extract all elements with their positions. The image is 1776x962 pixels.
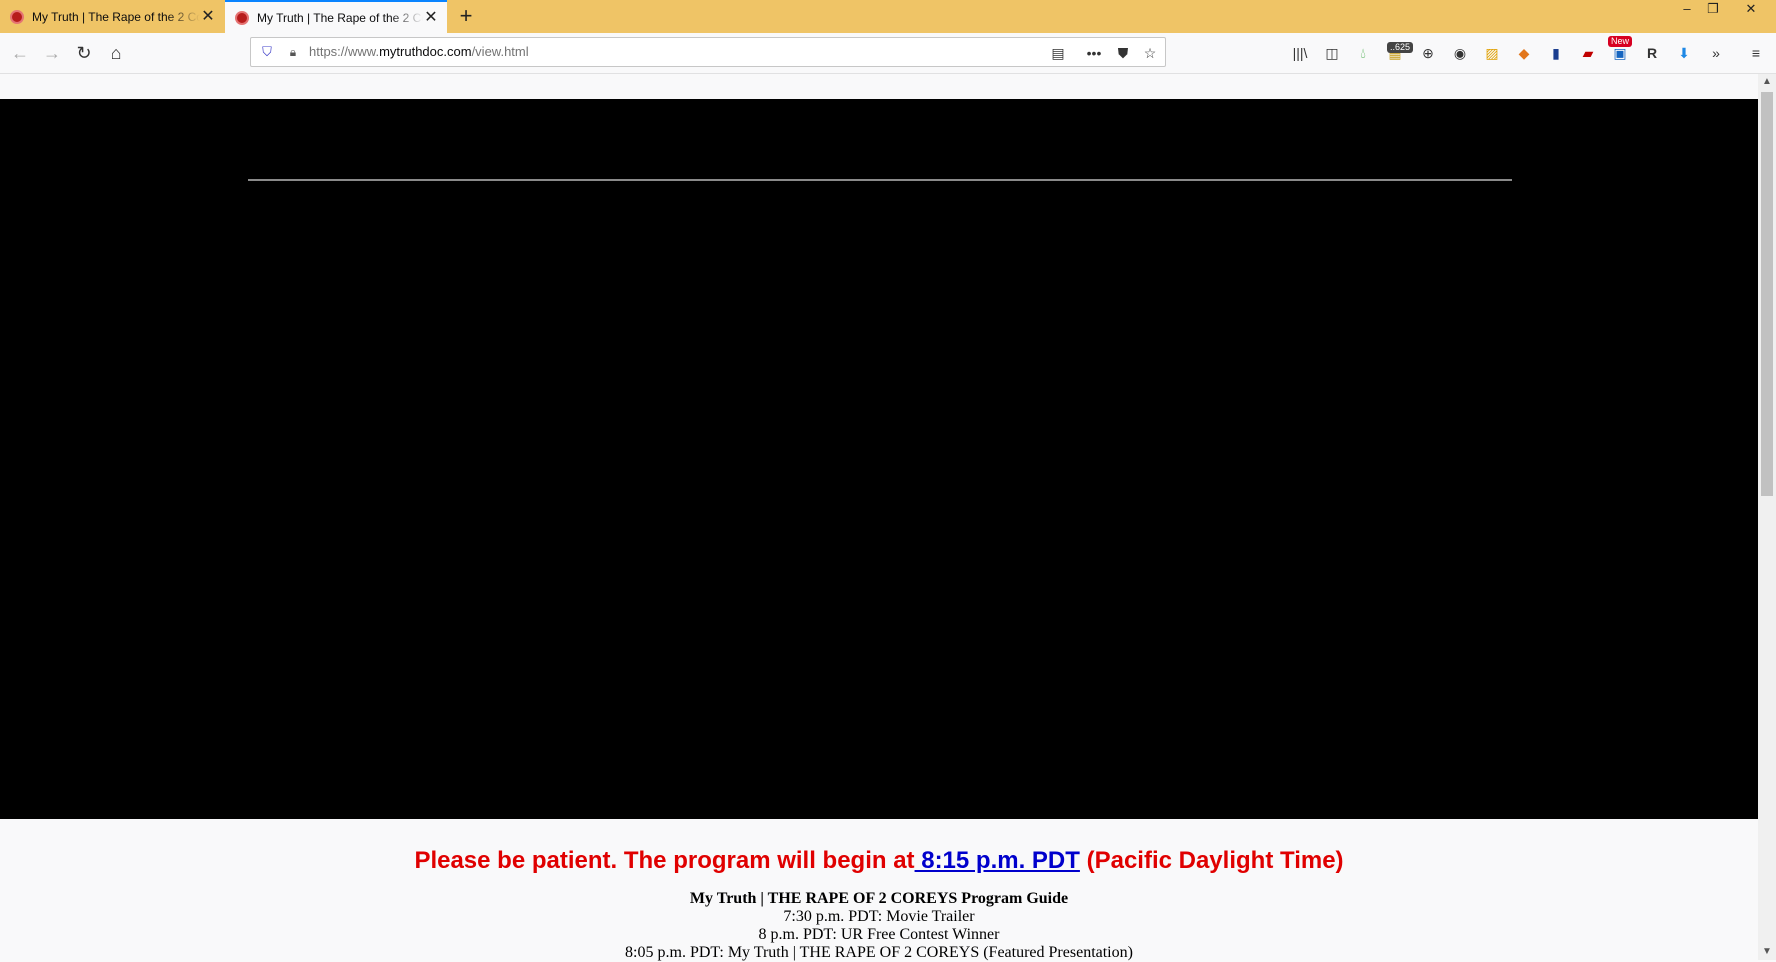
url-text[interactable]: https://www.mytruthdoc.com/view.html: [309, 38, 529, 66]
close-tab-icon[interactable]: ✕: [423, 9, 439, 26]
scroll-down-arrow-icon[interactable]: ▼: [1758, 944, 1776, 960]
home-button[interactable]: ⌂: [104, 41, 128, 65]
metamask-fox-icon[interactable]: ◆: [1514, 43, 1534, 63]
program-guide-item: 7:30 p.m. PDT: Movie Trailer: [783, 908, 975, 925]
lock-icon[interactable]: 🔒︎: [286, 44, 300, 60]
pocket-icon[interactable]: ⛊: [1113, 43, 1133, 63]
extension-color-icon[interactable]: ▨: [1482, 43, 1502, 63]
page-actions-icon[interactable]: •••: [1084, 43, 1104, 63]
close-window-button[interactable]: ✕: [1738, 0, 1764, 20]
readwise-r-icon[interactable]: R: [1642, 43, 1662, 63]
sidebar-icon[interactable]: ◫: [1322, 43, 1342, 63]
page-body: Please be patient. The program will begi…: [0, 819, 1758, 962]
reader-view-icon[interactable]: ▤: [1048, 43, 1068, 63]
restore-window-button[interactable]: ❐: [1700, 0, 1726, 20]
site-favicon-icon: [235, 10, 249, 25]
program-guide: My Truth | THE RAPE OF 2 COREYS Program …: [0, 890, 1758, 962]
start-time-notice: Please be patient. The program will begi…: [414, 847, 1344, 874]
new-tab-button[interactable]: +: [455, 5, 477, 27]
scrollbar-thumb[interactable]: [1761, 92, 1773, 496]
back-button[interactable]: ←: [8, 41, 32, 65]
scroll-up-arrow-icon[interactable]: ▲: [1758, 74, 1776, 90]
minimize-window-button[interactable]: –: [1674, 0, 1700, 20]
tab-strip: My Truth | The Rape of the 2 Coreys ✕ My…: [0, 0, 1776, 33]
extension-drop-icon[interactable]: 💧︎: [1353, 43, 1373, 63]
page-scrollbar[interactable]: ▲ ▼: [1758, 74, 1776, 960]
account-icon[interactable]: ◉: [1450, 43, 1470, 63]
pdf-icon[interactable]: ▰: [1578, 43, 1598, 63]
overflow-chevron-icon[interactable]: »: [1706, 43, 1726, 63]
tracking-protection-shield-icon[interactable]: ⛉: [259, 44, 275, 60]
bookmark-star-icon[interactable]: ☆: [1140, 43, 1160, 63]
reload-button[interactable]: ↻: [72, 41, 96, 65]
tab-title: My Truth | The Rape of the 2 Coreys: [257, 10, 423, 25]
hamburger-menu-icon[interactable]: ≡: [1746, 43, 1766, 63]
extension-news-icon[interactable]: ▣ New: [1608, 36, 1633, 63]
program-guide-item: 8 p.m. PDT: UR Free Contest Winner: [758, 926, 1000, 943]
program-guide-title: My Truth | THE RAPE OF 2 COREYS Program …: [689, 890, 1069, 907]
video-player[interactable]: [0, 99, 1758, 819]
forward-button[interactable]: →: [40, 41, 64, 65]
library-icon[interactable]: |||\: [1290, 43, 1310, 63]
site-favicon-icon: [10, 9, 24, 24]
close-tab-icon[interactable]: ✕: [200, 8, 216, 25]
program-guide-item: 8:05 p.m. PDT: My Truth | THE RAPE OF 2 …: [625, 944, 1133, 961]
extension-chart-icon[interactable]: ▮: [1546, 43, 1566, 63]
counter-badge: ..625: [1387, 42, 1414, 53]
new-badge: New: [1608, 36, 1633, 47]
navigation-toolbar: ← → ↻ ⌂ ⛉ 🔒︎ https://www.mytruthdoc.com/…: [0, 33, 1776, 74]
start-time-link[interactable]: 8:15 p.m. PDT: [915, 847, 1080, 874]
extension-counter-icon[interactable]: ▦ ..625: [1385, 42, 1414, 63]
video-progress-line[interactable]: [248, 179, 1512, 181]
tab-1[interactable]: My Truth | The Rape of the 2 Coreys ✕: [0, 0, 224, 33]
tab-title: My Truth | The Rape of the 2 Coreys: [32, 9, 200, 24]
tab-2[interactable]: My Truth | The Rape of the 2 Coreys ✕: [225, 0, 447, 33]
download-arrow-icon[interactable]: ⬇: [1674, 43, 1694, 63]
download-circle-icon[interactable]: ⊕: [1418, 43, 1438, 63]
address-bar[interactable]: ⛉ 🔒︎ https://www.mytruthdoc.com/view.htm…: [250, 37, 1166, 67]
